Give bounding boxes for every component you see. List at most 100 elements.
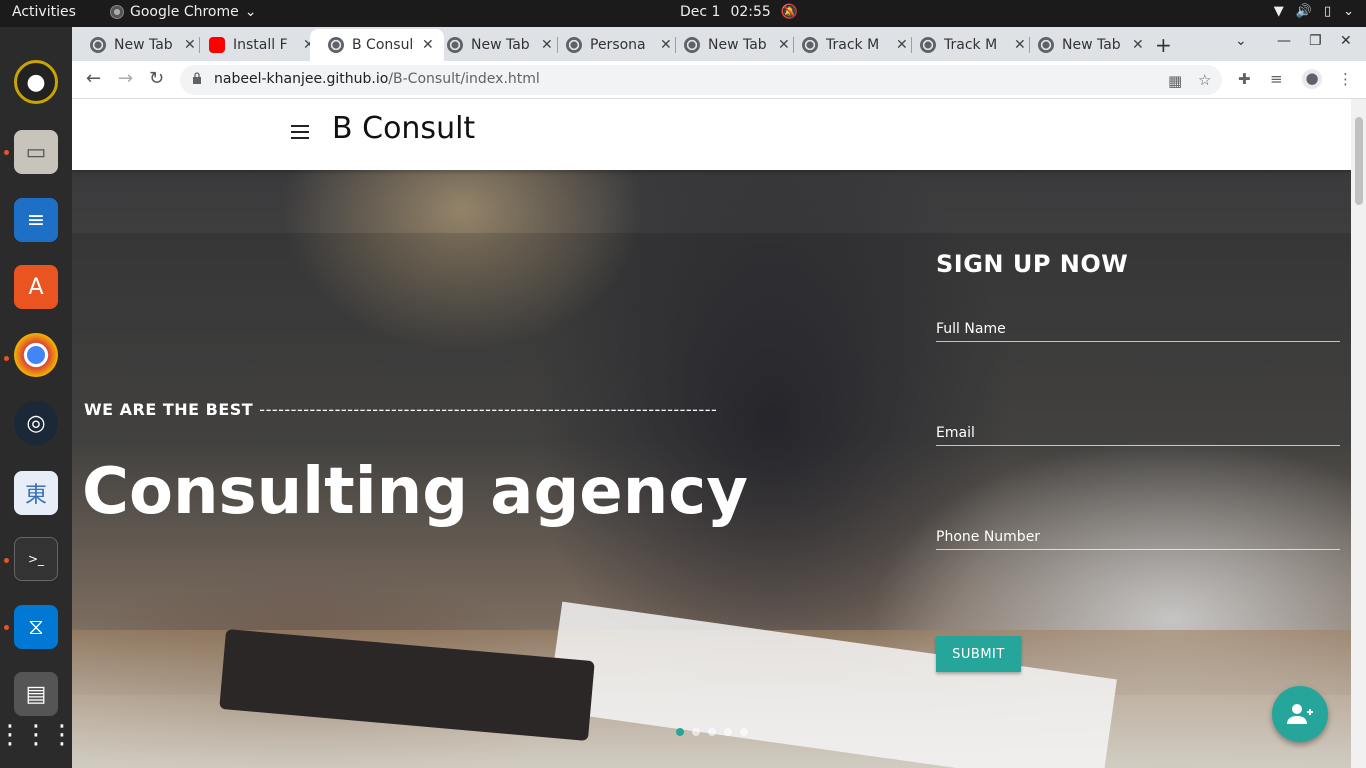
tagline-dashes: ----------------------------------------…: [259, 400, 718, 419]
wifi-icon: ▼: [1273, 4, 1284, 19]
chevron-down-icon: ⌄: [244, 4, 257, 20]
carousel-dot[interactable]: [676, 728, 684, 736]
rhythmbox-icon[interactable]: ●: [14, 60, 58, 104]
address-bar[interactable]: nabeel-khanjee.github.io/B-Consult/index…: [180, 65, 1222, 95]
tab[interactable]: Persona ✕: [548, 29, 682, 61]
tab[interactable]: Install F ✕: [191, 29, 325, 61]
activities-button[interactable]: Activities: [12, 4, 76, 20]
email-field-wrapper: [936, 422, 1340, 446]
tab-title: Install F: [233, 37, 288, 53]
tagline-text: WE ARE THE BEST: [84, 400, 254, 419]
close-icon[interactable]: ✕: [1132, 37, 1144, 53]
tab[interactable]: New Tab ✕: [666, 29, 800, 61]
email-input[interactable]: [936, 422, 1340, 444]
chrome-icon: [90, 37, 106, 53]
running-indicator: [4, 356, 9, 361]
media-control-icon[interactable]: ≡: [1270, 70, 1283, 88]
chevron-down-icon: ⌄: [1343, 4, 1354, 19]
back-button[interactable]: ←: [86, 68, 101, 89]
tab-title: New Tab: [708, 37, 767, 53]
extensions-icon[interactable]: ✚: [1238, 70, 1251, 88]
submit-button[interactable]: SUBMIT: [936, 636, 1021, 672]
close-window-button[interactable]: ✕: [1340, 33, 1352, 49]
app-menu[interactable]: Google Chrome ⌄: [110, 4, 256, 20]
add-person-icon: [1287, 704, 1313, 724]
tab-active[interactable]: B Consult ✕: [310, 29, 444, 61]
new-tab-button[interactable]: +: [1155, 33, 1172, 57]
system-tray[interactable]: ▼ 🔊 ▯ ⌄: [1274, 4, 1354, 19]
page-scrollbar[interactable]: [1351, 99, 1366, 768]
url-path: /B-Consult/index.html: [388, 71, 540, 87]
clock-time: 02:55: [730, 4, 771, 20]
vscode-icon[interactable]: ⧖: [14, 605, 58, 649]
minimize-button[interactable]: —: [1277, 33, 1291, 49]
add-user-button[interactable]: [1272, 686, 1328, 742]
carousel-dot[interactable]: [724, 728, 732, 736]
chrome-icon: [1038, 37, 1054, 53]
signup-title: SIGN UP NOW: [936, 250, 1129, 278]
input-method-icon[interactable]: 東: [14, 471, 58, 515]
carousel-dot[interactable]: [740, 728, 748, 736]
writer-icon[interactable]: ≡: [14, 198, 58, 242]
tab-title: Track M: [826, 37, 880, 53]
system-top-bar: Activities Google Chrome ⌄ Dec 1 02:55 🔕…: [0, 0, 1366, 27]
dock: ● ▭ ≡ A ◎ 東 >_ ⧖ ▤ ⋮⋮⋮: [0, 27, 75, 768]
tab-strip: New Tab ✕ Install F ✕ B Consult ✕ New Ta…: [72, 27, 1366, 61]
battery-icon: ▯: [1323, 4, 1332, 19]
tab[interactable]: Track M ✕: [902, 29, 1036, 61]
hero-carousel: WE ARE THE BEST ------------------------…: [72, 170, 1351, 768]
tab-title: Track M: [944, 37, 998, 53]
running-indicator: [4, 558, 9, 563]
hamburger-menu-icon[interactable]: [291, 125, 309, 139]
hero-headline: Consulting agency: [82, 455, 748, 529]
app-grid-icon[interactable]: ⋮⋮⋮: [0, 713, 75, 757]
carousel-dot[interactable]: [708, 728, 716, 736]
signup-form: SIGN UP NOW SUBMIT: [936, 250, 1340, 672]
clock-date: Dec 1: [680, 4, 721, 20]
url-text: nabeel-khanjee.github.io/B-Consult/index…: [214, 71, 540, 87]
tab[interactable]: Track M ✕: [784, 29, 918, 61]
menu-kebab-icon[interactable]: ⋮: [1338, 70, 1353, 88]
volume-icon: 🔊: [1295, 4, 1312, 19]
reload-button[interactable]: ↻: [149, 68, 164, 89]
scrollbar-thumb[interactable]: [1355, 117, 1363, 205]
tab-search-icon[interactable]: ⌄: [1235, 33, 1247, 49]
tab[interactable]: New Tab ✕: [429, 29, 563, 61]
full-name-field-wrapper: [936, 318, 1340, 342]
full-name-input[interactable]: [936, 318, 1340, 340]
chrome-icon: [447, 37, 463, 53]
chrome-icon: [328, 37, 344, 53]
running-indicator: [4, 150, 9, 155]
tab[interactable]: New Tab ✕: [72, 29, 206, 61]
tab-title: New Tab: [471, 37, 530, 53]
carousel-indicators: [676, 728, 748, 736]
brand-logo[interactable]: B Consult: [332, 111, 475, 146]
forward-button[interactable]: →: [118, 68, 133, 89]
site-header: B Consult: [72, 99, 1351, 170]
tab[interactable]: New Tab ✕: [1020, 29, 1154, 61]
chrome-window: New Tab ✕ Install F ✕ B Consult ✕ New Ta…: [72, 27, 1366, 768]
chrome-icon[interactable]: [14, 333, 58, 377]
phone-input[interactable]: [936, 526, 1340, 548]
clock[interactable]: Dec 1 02:55 🔕: [680, 4, 798, 20]
page-viewport: B Consult WE ARE THE BEST --------------…: [72, 99, 1351, 768]
running-indicator: [4, 625, 9, 630]
archive-icon[interactable]: ▤: [14, 672, 58, 716]
chrome-icon: [684, 37, 700, 53]
chrome-icon: [920, 37, 936, 53]
chrome-icon: [110, 5, 124, 19]
youtube-icon: [209, 37, 225, 53]
tab-title: New Tab: [1062, 37, 1121, 53]
qr-code-icon[interactable]: ▦: [1168, 72, 1182, 90]
carousel-dot[interactable]: [692, 728, 700, 736]
bookmark-star-icon[interactable]: ☆: [1198, 71, 1211, 89]
phone-field-wrapper: [936, 526, 1340, 550]
browser-toolbar: ← → ↻ nabeel-khanjee.github.io/B-Consult…: [72, 61, 1366, 99]
steam-icon[interactable]: ◎: [14, 401, 58, 445]
profile-avatar-icon[interactable]: ●: [1302, 69, 1322, 89]
software-center-icon[interactable]: A: [14, 265, 58, 309]
maximize-button[interactable]: ❐: [1309, 33, 1322, 49]
terminal-icon[interactable]: >_: [14, 537, 58, 581]
files-icon[interactable]: ▭: [14, 130, 58, 174]
lock-icon: [193, 72, 201, 84]
